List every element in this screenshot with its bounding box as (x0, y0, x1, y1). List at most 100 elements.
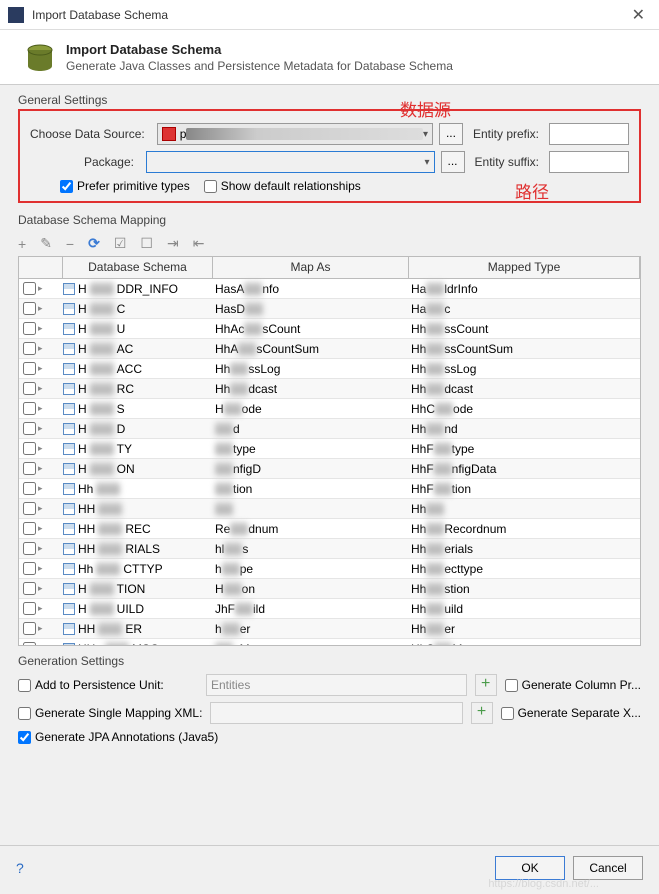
col-schema[interactable]: Database Schema (63, 257, 213, 278)
entity-prefix-input[interactable] (549, 123, 629, 145)
gen-jpa-checkbox[interactable]: Generate JPA Annotations (Java5) (18, 730, 218, 744)
expand-row-icon[interactable]: ▸ (38, 543, 43, 554)
mapping-section-label: Database Schema Mapping (18, 213, 641, 227)
row-checkbox[interactable] (23, 502, 36, 515)
cancel-button[interactable]: Cancel (573, 856, 643, 880)
package-select[interactable]: ▾ (146, 151, 435, 173)
close-icon[interactable]: ✕ (626, 5, 651, 25)
table-row[interactable]: ▸HxxxxONxxxnfigDHhFxxxnfigData (19, 459, 640, 479)
expand-row-icon[interactable]: ▸ (38, 363, 43, 374)
row-checkbox[interactable] (23, 482, 36, 495)
row-checkbox[interactable] (23, 562, 36, 575)
show-defaults-checkbox[interactable]: Show default relationships (204, 179, 361, 193)
prefer-primitives-checkbox[interactable]: Prefer primitive types (60, 179, 190, 193)
row-checkbox[interactable] (23, 582, 36, 595)
expand-row-icon[interactable]: ▸ (38, 603, 43, 614)
table-row[interactable]: ▸HxxxxUILDJhFxxxildHhxxxuild (19, 599, 640, 619)
add-pu-checkbox[interactable]: Add to Persistence Unit: (18, 678, 198, 692)
header-title: Import Database Schema (66, 42, 453, 57)
row-checkbox[interactable] (23, 302, 36, 315)
row-checkbox[interactable] (23, 362, 36, 375)
row-checkbox[interactable] (23, 522, 36, 535)
table-row[interactable]: ▸HHxxxxRECRexxxdnumHhxxxRecordnum (19, 519, 640, 539)
table-body: ▸HxxxxDDR_INFOHasAxxxnfoHaxxxldrInfo▸Hxx… (19, 279, 640, 646)
annotation-path: 路径 (515, 178, 549, 203)
expand-row-icon[interactable]: ▸ (38, 483, 43, 494)
table-row[interactable]: ▸HxxxxTIONHxxxonHhxxxstion (19, 579, 640, 599)
remove-icon[interactable]: − (66, 236, 74, 252)
table-row[interactable]: ▸HxxxxCHasDxxxHaxxxc (19, 299, 640, 319)
table-row[interactable]: ▸HxxxxDDR_INFOHasAxxxnfoHaxxxldrInfo (19, 279, 640, 299)
row-checkbox[interactable] (23, 402, 36, 415)
ok-button[interactable]: OK (495, 856, 565, 880)
row-checkbox[interactable] (23, 422, 36, 435)
single-xml-input[interactable] (210, 702, 462, 724)
expand-row-icon[interactable]: ▸ (38, 583, 43, 594)
row-checkbox[interactable] (23, 322, 36, 335)
expand-icon[interactable]: ⇥ (167, 235, 179, 252)
table-row[interactable]: ▸HxxxxTYxxxtypeHhFxxxtype (19, 439, 640, 459)
edit-icon[interactable]: ✎ (40, 235, 52, 252)
expand-row-icon[interactable]: ▸ (38, 563, 43, 574)
table-row[interactable]: ▸HHxxxxERhxxxerHhxxxer (19, 619, 640, 639)
row-checkbox[interactable] (23, 342, 36, 355)
row-checkbox[interactable] (23, 382, 36, 395)
help-icon[interactable]: ? (16, 860, 24, 876)
row-checkbox[interactable] (23, 462, 36, 475)
col-type[interactable]: Mapped Type (409, 257, 640, 278)
expand-row-icon[interactable]: ▸ (38, 383, 43, 394)
entity-suffix-input[interactable] (549, 151, 629, 173)
table-row[interactable]: ▸HH_xxxxMSGxxxnMsgHhSxxxMsg (19, 639, 640, 646)
table-row[interactable]: ▸HhxxxxCTTYPhxxxpeHhxxxecttype (19, 559, 640, 579)
deselect-icon[interactable]: ☐ (140, 235, 153, 252)
expand-row-icon[interactable]: ▸ (38, 503, 43, 514)
table-row[interactable]: ▸HxxxxACHhAxxxsCountSumHhxxxssCountSum (19, 339, 640, 359)
table-icon (63, 403, 75, 415)
table-row[interactable]: ▸HxxxxSHxxxodeHhCxxxode (19, 399, 640, 419)
dialog-header: Import Database Schema Generate Java Cla… (0, 30, 659, 85)
col-mapas[interactable]: Map As (213, 257, 409, 278)
generation-settings-section: Generation Settings Add to Persistence U… (0, 646, 659, 758)
table-row[interactable]: ▸HxxxxDxxxdHhxxxnd (19, 419, 640, 439)
expand-row-icon[interactable]: ▸ (38, 283, 43, 294)
row-checkbox[interactable] (23, 542, 36, 555)
collapse-icon[interactable]: ⇤ (193, 235, 205, 252)
datasource-select[interactable]: p ▾ (157, 123, 433, 145)
expand-row-icon[interactable]: ▸ (38, 623, 43, 634)
gen-column-checkbox[interactable]: Generate Column Pr... (505, 678, 641, 692)
expand-row-icon[interactable]: ▸ (38, 323, 43, 334)
gen-separate-checkbox[interactable]: Generate Separate X... (501, 706, 641, 720)
row-checkbox[interactable] (23, 282, 36, 295)
table-row[interactable]: ▸HxxxxRCHhxxxdcastHhxxxdcast (19, 379, 640, 399)
titlebar: Import Database Schema ✕ (0, 0, 659, 30)
dialog-footer: ? OK Cancel (0, 845, 659, 894)
browse-package-button[interactable]: ... (441, 151, 465, 173)
row-checkbox[interactable] (23, 622, 36, 635)
refresh-icon[interactable]: ⟳ (88, 235, 100, 252)
add-xml-button[interactable]: + (471, 702, 493, 724)
row-checkbox[interactable] (23, 602, 36, 615)
expand-row-icon[interactable]: ▸ (38, 303, 43, 314)
select-all-icon[interactable]: ☑ (114, 235, 127, 252)
expand-row-icon[interactable]: ▸ (38, 403, 43, 414)
pu-select[interactable] (206, 674, 467, 696)
database-icon (24, 42, 56, 74)
expand-row-icon[interactable]: ▸ (38, 443, 43, 454)
table-row[interactable]: ▸HHxxxxRIALShlxxxsHhxxxerials (19, 539, 640, 559)
table-row[interactable]: ▸HHxxxxxxxHhxxx (19, 499, 640, 519)
row-checkbox[interactable] (23, 442, 36, 455)
table-icon (63, 443, 75, 455)
table-icon (63, 483, 75, 495)
expand-row-icon[interactable]: ▸ (38, 523, 43, 534)
add-pu-button[interactable]: + (475, 674, 497, 696)
expand-row-icon[interactable]: ▸ (38, 423, 43, 434)
gen-single-xml-checkbox[interactable]: Generate Single Mapping XML: (18, 706, 202, 720)
browse-datasource-button[interactable]: ... (439, 123, 463, 145)
expand-row-icon[interactable]: ▸ (38, 463, 43, 474)
table-icon (63, 563, 75, 575)
table-row[interactable]: ▸HxxxxUHhAcxxxsCountHhxxxssCount (19, 319, 640, 339)
table-row[interactable]: ▸HxxxxACCHhxxxssLogHhxxxssLog (19, 359, 640, 379)
add-icon[interactable]: + (18, 236, 26, 252)
table-row[interactable]: ▸HhxxxxxxxtionHhFxxxtion (19, 479, 640, 499)
expand-row-icon[interactable]: ▸ (38, 343, 43, 354)
